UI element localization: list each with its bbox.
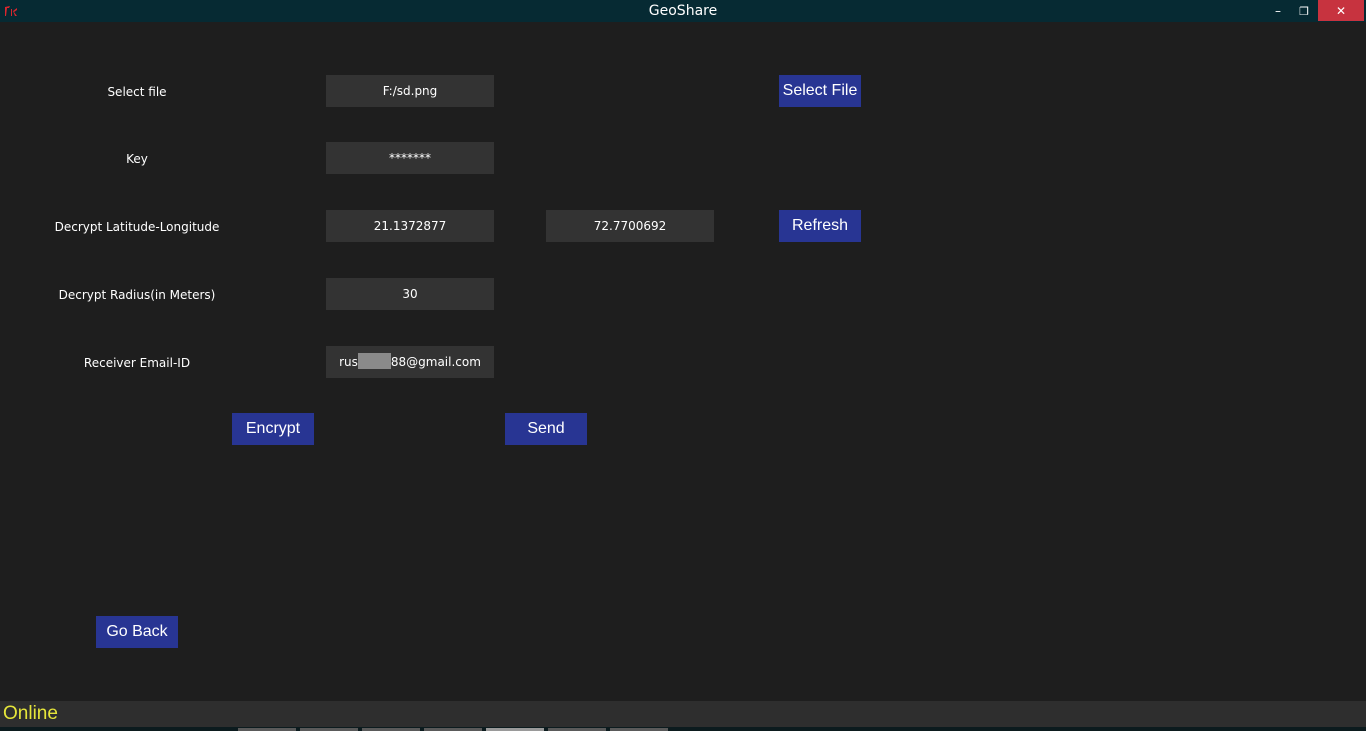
taskbar-strip (0, 727, 1366, 731)
close-icon: ✕ (1335, 3, 1347, 18)
latitude-field[interactable]: 21.1372877 (326, 210, 494, 242)
send-button[interactable]: Send (505, 413, 587, 445)
redaction-block (357, 353, 391, 369)
key-label: Key (126, 152, 148, 166)
email-field[interactable]: rus 88@gmail.com (326, 346, 494, 378)
geoshare-window: GeoShare – ❐ ✕ Select file F:/sd.png Sel… (0, 0, 1366, 731)
email-prefix: rus (339, 355, 358, 369)
go-back-button[interactable]: Go Back (96, 616, 178, 648)
window-title: GeoShare (648, 3, 718, 19)
select-file-button[interactable]: Select File (779, 75, 861, 107)
email-label: Receiver Email-ID (83, 356, 191, 370)
latlon-label: Decrypt Latitude-Longitude (54, 220, 220, 234)
status-bar: Online (0, 701, 1366, 727)
restore-button[interactable]: ❐ (1291, 0, 1317, 22)
email-suffix: 88@gmail.com (390, 355, 481, 369)
radius-label: Decrypt Radius(in Meters) (58, 288, 216, 302)
select-file-label: Select file (107, 85, 167, 99)
file-path-field[interactable]: F:/sd.png (326, 75, 494, 107)
minimize-icon: – (1275, 4, 1281, 18)
restore-icon: ❐ (1299, 4, 1309, 18)
refresh-button[interactable]: Refresh (779, 210, 861, 242)
close-button[interactable]: ✕ (1318, 0, 1364, 21)
encrypt-button[interactable]: Encrypt (232, 413, 314, 445)
minimize-button[interactable]: – (1265, 0, 1291, 22)
key-field[interactable]: ******* (326, 142, 494, 174)
title-bar[interactable]: GeoShare – ❐ ✕ (0, 0, 1366, 22)
radius-field[interactable]: 30 (326, 278, 494, 310)
connection-status: Online (3, 703, 58, 724)
longitude-field[interactable]: 72.7700692 (546, 210, 714, 242)
